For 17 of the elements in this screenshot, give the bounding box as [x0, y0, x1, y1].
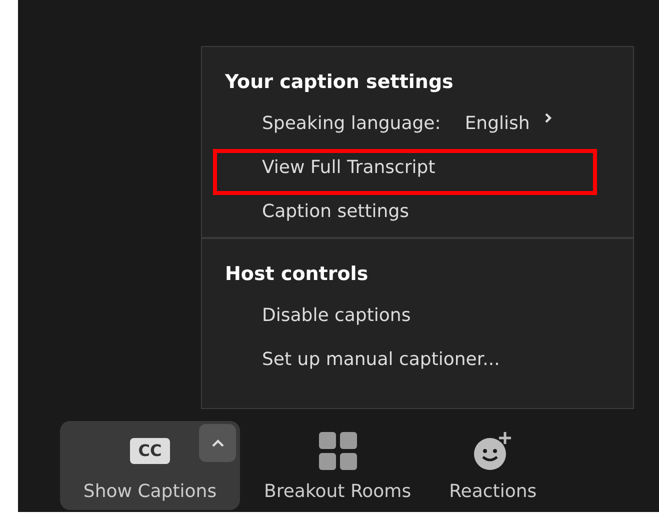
menu-item[interactable]: Set up manual captioner...: [262, 348, 500, 370]
toolbar-button[interactable]: Reactions: [435, 421, 551, 510]
menu-item[interactable]: View Full Transcript: [262, 156, 436, 178]
caret-up-icon: [210, 438, 224, 448]
menu-item[interactable]: Caption settings: [262, 200, 410, 222]
grid-icon: [318, 432, 357, 470]
caret-button[interactable]: [199, 424, 236, 462]
smiley-plus-icon: [474, 431, 512, 471]
menu-item[interactable]: Speaking language:: [262, 112, 441, 134]
toolbar-button[interactable]: CC Show Captions: [60, 421, 240, 510]
menu-item[interactable]: Disable captions: [262, 304, 411, 326]
section-heading: Your caption settings: [225, 71, 454, 93]
menu-item-value[interactable]: English: [464, 112, 530, 134]
chevron-right-icon: [544, 112, 552, 124]
section-heading: Host controls: [225, 263, 368, 285]
toolbar-button[interactable]: Breakout Rooms: [250, 421, 426, 510]
cc-icon: CC: [130, 438, 170, 464]
